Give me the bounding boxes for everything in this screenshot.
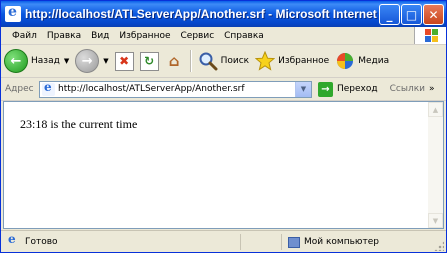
address-input[interactable] xyxy=(58,84,296,94)
vertical-scrollbar[interactable]: ▲ ▼ xyxy=(428,102,443,228)
page-body-text: 23:18 is the current time xyxy=(20,117,138,131)
menu-view[interactable]: Вид xyxy=(86,31,114,41)
search-icon xyxy=(199,52,218,71)
media-icon xyxy=(337,53,354,69)
status-text: Готово xyxy=(25,237,58,247)
links-chevron-icon[interactable]: » xyxy=(429,84,435,94)
window-title: http://localhost/ATLServerApp/Another.sr… xyxy=(25,7,381,21)
menu-edit[interactable]: Правка xyxy=(42,31,86,41)
forward-button[interactable]: → ▼ xyxy=(72,47,111,75)
menu-help[interactable]: Справка xyxy=(219,31,269,41)
star-icon xyxy=(255,51,276,71)
favorites-button[interactable]: Избранное xyxy=(252,47,332,75)
search-label: Поиск xyxy=(220,56,250,66)
go-button[interactable]: → Переход xyxy=(318,81,378,97)
back-button[interactable]: ← Назад ▼ xyxy=(1,47,72,75)
browser-window: http://localhost/ATLServerApp/Another.sr… xyxy=(0,0,447,253)
menu-favorites[interactable]: Избранное xyxy=(114,31,175,41)
go-arrow-icon: → xyxy=(318,81,333,97)
status-pane-divider xyxy=(281,234,282,250)
ie-logo-icon xyxy=(5,4,21,22)
status-page-icon xyxy=(6,232,20,249)
standard-toolbar: ← Назад ▼ → ▼ ✖ ↻ ⌂ Поиск Избранное Меди… xyxy=(1,45,446,78)
back-arrow-icon: ← xyxy=(4,49,28,73)
stop-button[interactable]: ✖ xyxy=(112,47,137,75)
title-bar[interactable]: http://localhost/ATLServerApp/Another.sr… xyxy=(1,1,446,27)
toolbar-separator xyxy=(189,50,192,72)
minimize-button[interactable]: _ xyxy=(379,4,400,25)
address-label: Адрес xyxy=(5,84,34,94)
back-dropdown-icon[interactable]: ▼ xyxy=(64,57,69,65)
back-label: Назад xyxy=(31,56,60,66)
page-icon xyxy=(42,80,55,96)
home-icon: ⌂ xyxy=(168,52,180,70)
scroll-up-icon[interactable]: ▲ xyxy=(428,102,443,117)
address-dropdown-icon[interactable]: ▼ xyxy=(295,81,311,97)
menu-bar: Файл Правка Вид Избранное Сервис Справка xyxy=(1,27,446,45)
refresh-icon: ↻ xyxy=(139,51,159,71)
favorites-label: Избранное xyxy=(278,56,330,66)
resize-grip-icon[interactable] xyxy=(434,241,444,251)
windows-flag-icon xyxy=(414,27,446,44)
media-label: Медиа xyxy=(358,56,390,66)
status-bar: Готово Мой компьютер xyxy=(1,230,446,252)
menu-tools[interactable]: Сервис xyxy=(176,31,220,41)
menu-file[interactable]: Файл xyxy=(7,31,42,41)
stop-icon: ✖ xyxy=(114,51,134,71)
search-button[interactable]: Поиск xyxy=(195,47,253,75)
my-computer-icon xyxy=(288,236,300,248)
status-pane xyxy=(240,234,281,250)
security-zone-text: Мой компьютер xyxy=(304,237,379,247)
go-label: Переход xyxy=(337,84,378,94)
address-field[interactable]: ▼ xyxy=(39,80,312,98)
links-button[interactable]: Ссылки xyxy=(390,84,425,94)
forward-arrow-icon: → xyxy=(75,49,100,73)
scroll-down-icon[interactable]: ▼ xyxy=(428,213,443,228)
forward-dropdown-icon[interactable]: ▼ xyxy=(103,57,108,65)
maximize-button[interactable]: □ xyxy=(401,4,422,25)
address-bar: Адрес ▼ → Переход Ссылки » xyxy=(1,78,446,101)
home-button[interactable]: ⌂ xyxy=(162,47,187,75)
page-content: 23:18 is the current time ▲ ▼ xyxy=(3,101,444,229)
refresh-button[interactable]: ↻ xyxy=(137,47,162,75)
close-button[interactable]: ✕ xyxy=(423,4,444,25)
media-button[interactable]: Медиа xyxy=(332,47,392,75)
